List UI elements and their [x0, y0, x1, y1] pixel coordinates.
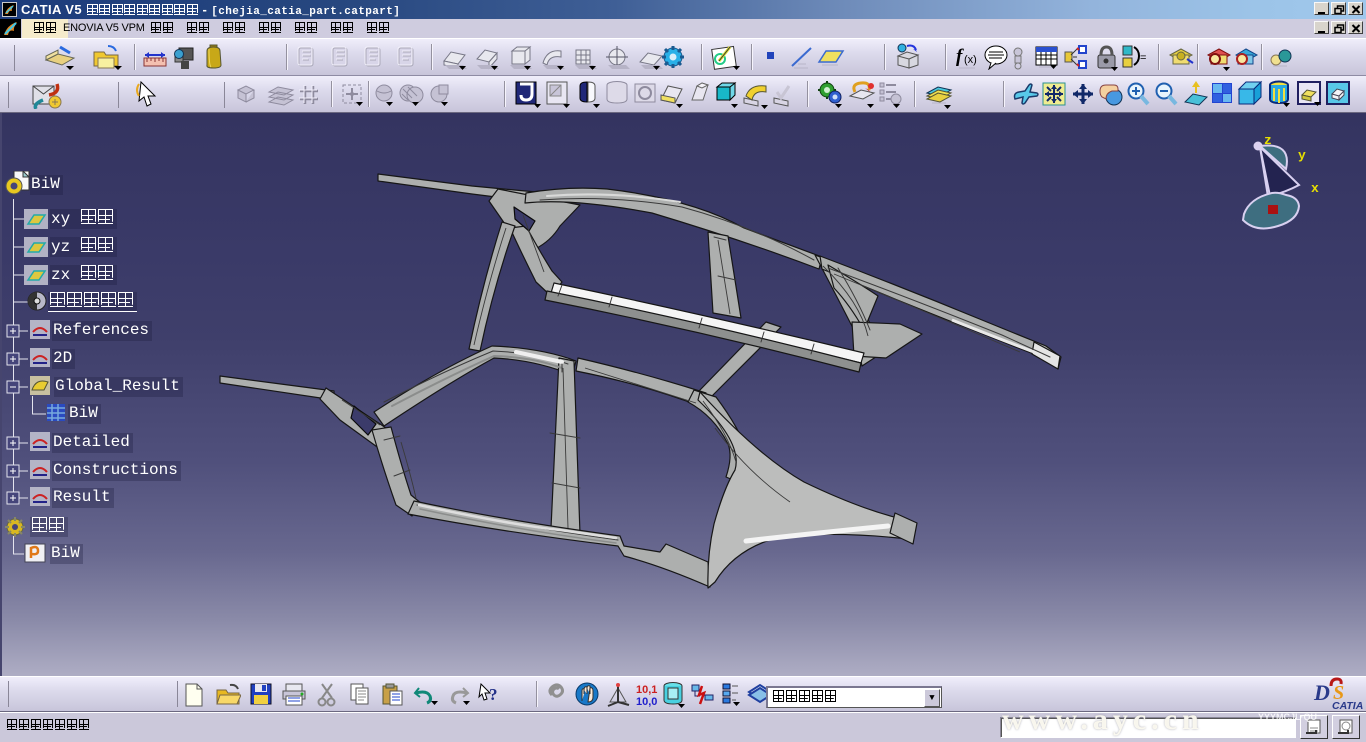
svg-text:y: y [1298, 148, 1306, 163]
svg-text:x: x [1311, 181, 1319, 196]
svg-text:z: z [1264, 133, 1272, 148]
